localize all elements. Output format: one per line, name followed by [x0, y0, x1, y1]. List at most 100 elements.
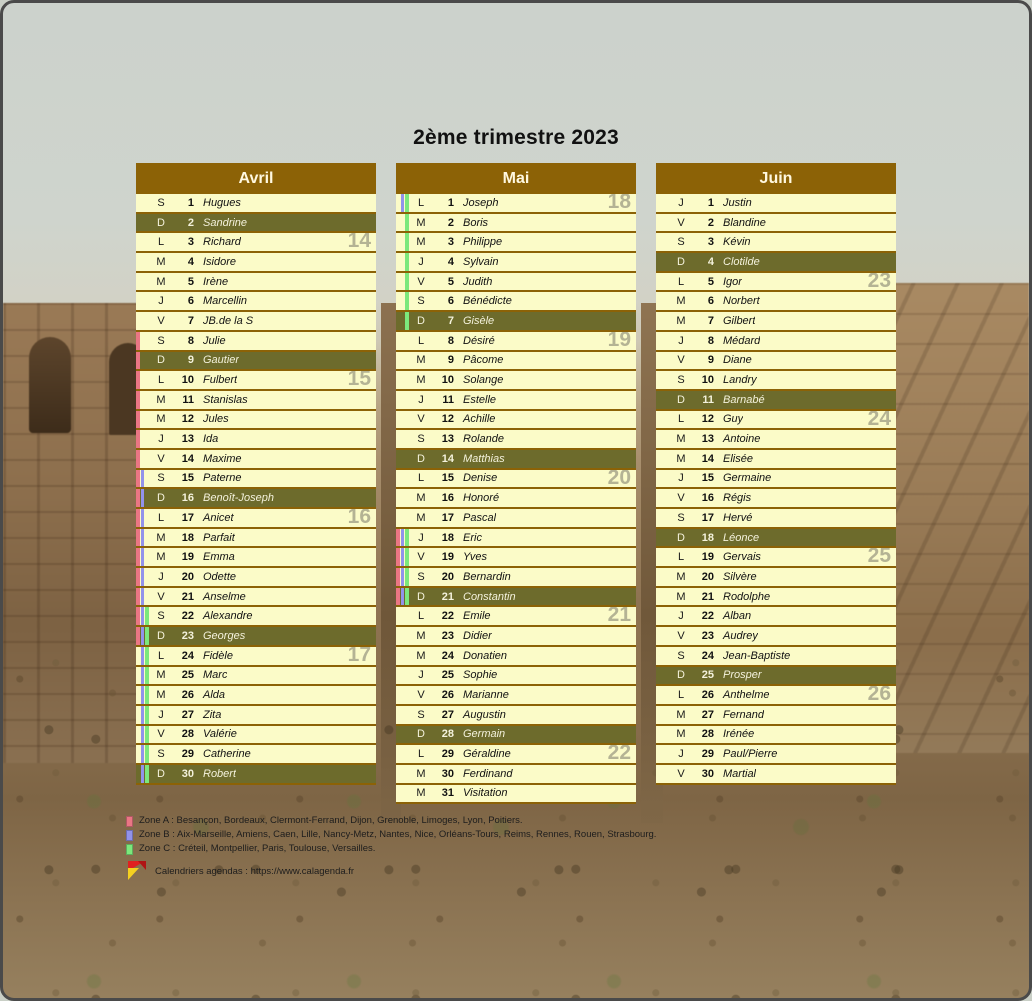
day-row[interactable]: S 6 Bénédicte	[396, 292, 636, 313]
day-row[interactable]: S 24 Jean-Baptiste	[656, 646, 896, 667]
day-row[interactable]: D 16 Benoît-Joseph	[136, 489, 376, 509]
day-row[interactable]: M 24 Donatien	[396, 646, 636, 667]
day-row[interactable]: M 10 Solange	[396, 371, 636, 391]
vacation-zone-bars	[136, 371, 150, 389]
day-row[interactable]: V 12 Achille	[396, 410, 636, 431]
day-row[interactable]: D 4 Clotilde	[656, 253, 896, 273]
day-row[interactable]: V 26 Marianne	[396, 686, 636, 706]
zone-c-bar	[405, 292, 410, 311]
day-row[interactable]: S 13 Rolande	[396, 430, 636, 450]
day-row[interactable]: J 27 Zita	[136, 705, 376, 726]
day-row[interactable]: D 23 Georges	[136, 627, 376, 647]
day-row[interactable]: M 5 Irène	[136, 272, 376, 293]
zone-bar-empty	[145, 529, 149, 547]
day-row[interactable]: D 25 Prosper	[656, 666, 896, 687]
day-row[interactable]: M 12 Jules	[136, 410, 376, 431]
day-number: 25	[181, 669, 194, 682]
saint-name: Paterne	[203, 472, 242, 485]
day-row[interactable]: M 19 Emma	[136, 548, 376, 569]
day-row[interactable]: M 2 Boris	[396, 213, 636, 234]
day-row[interactable]: S 22 Alexandre	[136, 607, 376, 628]
day-row[interactable]: M 23 Didier	[396, 627, 636, 647]
day-row[interactable]: J 29 Paul/Pierre	[656, 745, 896, 765]
day-row[interactable]: M 4 Isidore	[136, 253, 376, 273]
day-row[interactable]: M 25 Marc	[136, 666, 376, 687]
day-row[interactable]: D 30 Robert	[136, 764, 376, 785]
day-row[interactable]: S 20 Bernardin	[396, 568, 636, 588]
day-row[interactable]: V 2 Blandine	[656, 213, 896, 234]
day-row[interactable]: J 20 Odette	[136, 568, 376, 588]
day-row[interactable]: V 28 Valérie	[136, 725, 376, 746]
day-row[interactable]: L 19 Gervais 25	[656, 548, 896, 569]
day-row[interactable]: V 21 Anselme	[136, 587, 376, 608]
day-row[interactable]: L 15 Denise 20	[396, 469, 636, 490]
day-row[interactable]: J 25 Sophie	[396, 666, 636, 687]
day-row[interactable]: M 7 Gilbert	[656, 312, 896, 332]
day-row[interactable]: L 26 Anthelme 26	[656, 686, 896, 706]
day-row[interactable]: D 11 Barnabé	[656, 390, 896, 411]
day-row[interactable]: J 11 Estelle	[396, 390, 636, 411]
day-row[interactable]: J 22 Alban	[656, 607, 896, 628]
day-row[interactable]: V 23 Audrey	[656, 627, 896, 647]
day-row[interactable]: M 31 Visitation	[396, 784, 636, 805]
day-row[interactable]: J 18 Eric	[396, 528, 636, 549]
day-row[interactable]: S 17 Hervé	[656, 509, 896, 529]
day-row[interactable]: L 12 Guy 24	[656, 410, 896, 431]
day-row[interactable]: M 11 Stanislas	[136, 390, 376, 411]
week-number: 21	[607, 607, 631, 627]
day-row[interactable]: M 21 Rodolphe	[656, 587, 896, 608]
day-row[interactable]: J 13 Ida	[136, 430, 376, 450]
day-row[interactable]: V 16 Régis	[656, 489, 896, 509]
day-row[interactable]: S 1 Hugues	[136, 194, 376, 214]
day-row[interactable]: V 9 Diane	[656, 351, 896, 372]
day-row[interactable]: M 30 Ferdinand	[396, 764, 636, 785]
day-row[interactable]: M 6 Norbert	[656, 292, 896, 313]
day-row[interactable]: S 15 Paterne	[136, 469, 376, 490]
legend-text: Zone C : Créteil, Montpellier, Paris, To…	[139, 843, 376, 854]
day-row[interactable]: M 18 Parfait	[136, 528, 376, 549]
day-row[interactable]: J 8 Médard	[656, 331, 896, 352]
day-row[interactable]: L 17 Anicet 16	[136, 509, 376, 529]
day-row[interactable]: M 28 Irénée	[656, 725, 896, 746]
day-row[interactable]: S 27 Augustin	[396, 705, 636, 726]
day-row[interactable]: J 4 Sylvain	[396, 253, 636, 273]
day-row[interactable]: M 16 Honoré	[396, 489, 636, 509]
day-row[interactable]: M 3 Philippe	[396, 233, 636, 254]
day-row[interactable]: V 7 JB.de la S	[136, 312, 376, 332]
day-row[interactable]: M 26 Alda	[136, 686, 376, 706]
day-row[interactable]: J 1 Justin	[656, 194, 896, 214]
day-row[interactable]: V 19 Yves	[396, 548, 636, 569]
day-row[interactable]: D 9 Gautier	[136, 351, 376, 372]
day-row[interactable]: L 22 Emile 21	[396, 607, 636, 628]
day-row[interactable]: V 5 Judith	[396, 272, 636, 293]
day-row[interactable]: L 8 Désiré 19	[396, 331, 636, 352]
day-row[interactable]: D 28 Germain	[396, 725, 636, 746]
day-row[interactable]: J 15 Germaine	[656, 469, 896, 490]
day-row[interactable]: V 30 Martial	[656, 764, 896, 785]
day-row[interactable]: S 3 Kévin	[656, 233, 896, 254]
day-row[interactable]: L 24 Fidèle 17	[136, 646, 376, 667]
day-row[interactable]: S 8 Julie	[136, 331, 376, 352]
day-row[interactable]: S 10 Landry	[656, 371, 896, 391]
zone-bar-empty	[136, 667, 140, 685]
day-row[interactable]: S 29 Catherine	[136, 745, 376, 765]
day-row[interactable]: D 7 Gisèle	[396, 312, 636, 332]
day-row[interactable]: M 27 Fernand	[656, 705, 896, 726]
day-row[interactable]: L 1 Joseph 18	[396, 194, 636, 214]
day-row[interactable]: L 10 Fulbert 15	[136, 371, 376, 391]
day-row[interactable]: V 14 Maxime	[136, 449, 376, 470]
day-row[interactable]: D 2 Sandrine	[136, 213, 376, 234]
day-row[interactable]: L 3 Richard 14	[136, 233, 376, 254]
day-row[interactable]: M 9 Pâcome	[396, 351, 636, 372]
day-row[interactable]: L 5 Igor 23	[656, 272, 896, 293]
day-row[interactable]: D 14 Matthias	[396, 449, 636, 470]
day-row[interactable]: D 21 Constantin	[396, 587, 636, 608]
day-row[interactable]: D 18 Léonce	[656, 528, 896, 549]
day-row[interactable]: J 6 Marcellin	[136, 292, 376, 313]
day-row[interactable]: M 13 Antoine	[656, 430, 896, 450]
day-row[interactable]: L 29 Géraldine 22	[396, 745, 636, 765]
day-number: 30	[441, 767, 454, 780]
day-row[interactable]: M 17 Pascal	[396, 509, 636, 529]
day-row[interactable]: M 14 Elisée	[656, 449, 896, 470]
day-row[interactable]: M 20 Silvère	[656, 568, 896, 588]
